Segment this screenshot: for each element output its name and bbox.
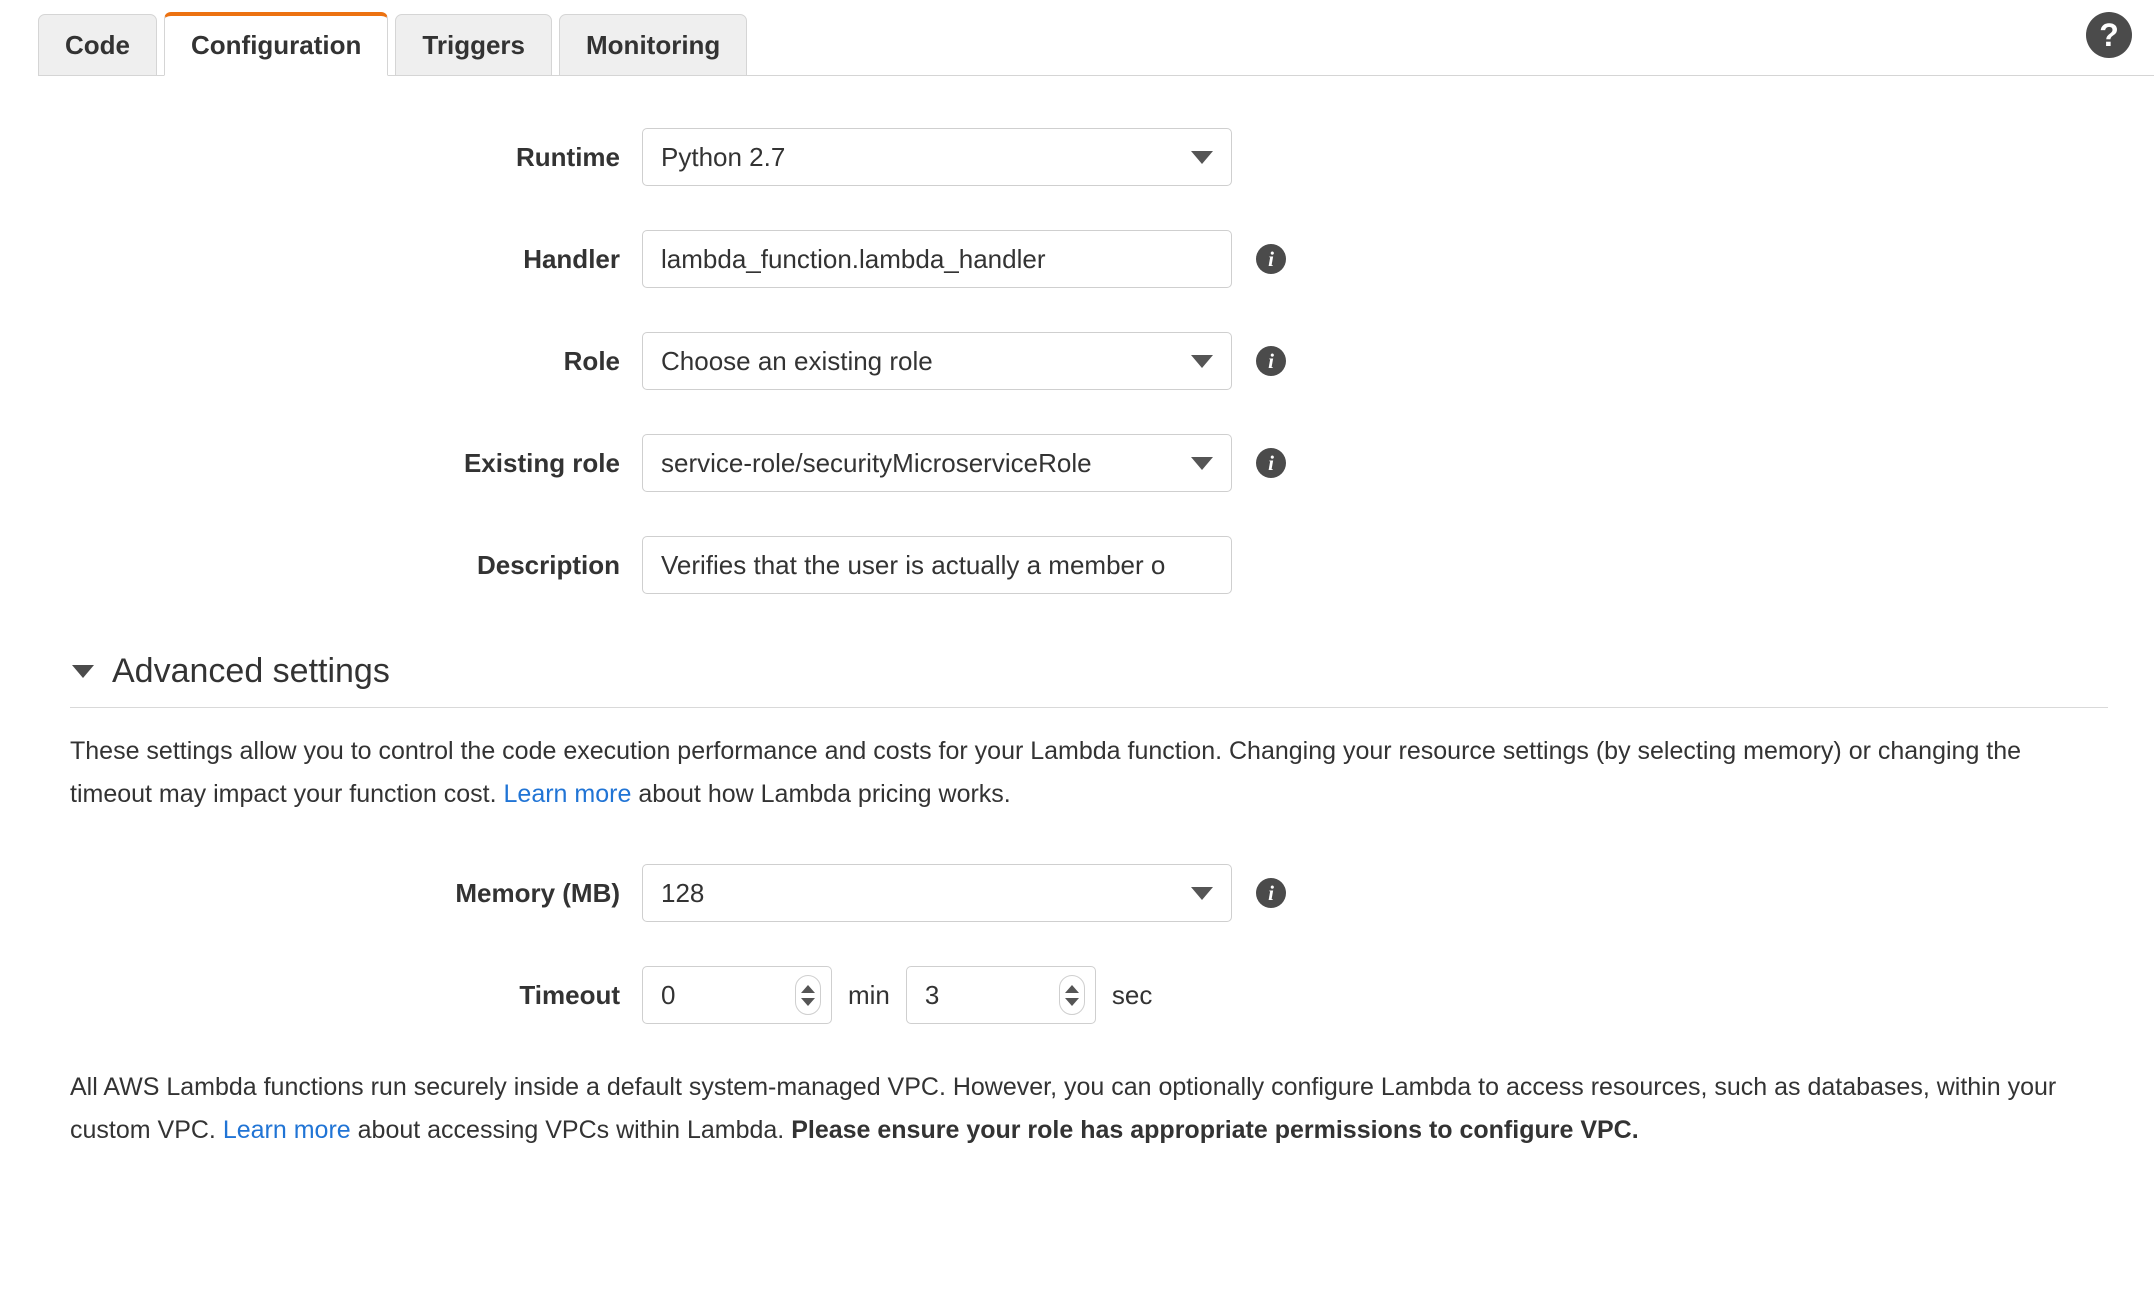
tab-bar: Code Configuration Triggers Monitoring ? <box>0 0 2154 76</box>
runtime-control: Python 2.7 <box>642 128 1232 186</box>
vpc-description: All AWS Lambda functions run securely in… <box>70 1066 2100 1152</box>
configuration-form: Runtime Python 2.7 Handler lambda_functi… <box>0 128 2154 1152</box>
memory-row: Memory (MB) 128 i <box>0 864 2154 922</box>
tab-triggers[interactable]: Triggers <box>395 14 553 76</box>
chevron-down-icon <box>1191 456 1213 470</box>
memory-select[interactable]: 128 <box>642 864 1232 922</box>
chevron-down-icon <box>1191 150 1213 164</box>
existing-role-info-icon[interactable]: i <box>1256 448 1286 478</box>
timeout-seconds-spinner[interactable] <box>1058 975 1085 1015</box>
spinner-down-icon[interactable] <box>1064 997 1079 1006</box>
tab-triggers-label: Triggers <box>422 29 526 60</box>
timeout-row: Timeout 0 min 3 sec <box>0 966 2154 1024</box>
role-value: Choose an existing role <box>661 345 933 376</box>
info-icon-glyph: i <box>1268 450 1274 475</box>
advanced-intro-text-2: about how Lambda pricing works. <box>631 780 1011 808</box>
advanced-settings-intro: These settings allow you to control the … <box>70 730 2100 816</box>
handler-input[interactable]: lambda_function.lambda_handler <box>642 230 1232 288</box>
runtime-row: Runtime Python 2.7 <box>0 128 2154 186</box>
handler-control: lambda_function.lambda_handler i <box>642 230 1286 288</box>
memory-control: 128 i <box>642 864 1286 922</box>
existing-role-label: Existing role <box>463 447 620 478</box>
tab-monitoring[interactable]: Monitoring <box>559 14 748 76</box>
existing-role-value: service-role/securityMicroserviceRole <box>661 447 1092 478</box>
role-info-icon[interactable]: i <box>1256 346 1286 376</box>
advanced-settings-toggle[interactable]: Advanced settings <box>72 652 390 691</box>
spinner-up-icon[interactable] <box>1064 984 1079 993</box>
tab-code-label: Code <box>65 29 130 60</box>
advanced-settings-divider <box>70 707 2108 708</box>
tab-code[interactable]: Code <box>38 14 157 76</box>
info-icon-glyph: i <box>1268 880 1274 905</box>
spinner-down-icon[interactable] <box>801 997 815 1006</box>
existing-role-select[interactable]: service-role/securityMicroserviceRole <box>642 434 1232 492</box>
memory-info-icon[interactable]: i <box>1256 878 1286 908</box>
advanced-settings-title: Advanced settings <box>112 652 390 690</box>
runtime-value: Python 2.7 <box>661 141 786 172</box>
advanced-intro-text-1: These settings allow you to control the … <box>70 737 2022 808</box>
existing-role-row: Existing role service-role/securityMicro… <box>0 434 2154 492</box>
role-row: Role Choose an existing role i <box>0 332 2154 390</box>
spinner-up-icon[interactable] <box>801 984 815 993</box>
runtime-label: Runtime <box>516 141 620 172</box>
chevron-down-icon <box>1191 354 1213 368</box>
timeout-control: 0 min 3 sec <box>642 966 1168 1024</box>
description-value: Verifies that the user is actually a mem… <box>661 549 1166 580</box>
role-label: Role <box>563 345 620 376</box>
vpc-text-2: about accessing VPCs within Lambda. <box>350 1116 792 1144</box>
timeout-minutes-stepper[interactable]: 0 <box>642 966 832 1024</box>
help-icon[interactable]: ? <box>2086 12 2132 58</box>
info-icon-glyph: i <box>1268 246 1274 271</box>
tab-configuration[interactable]: Configuration <box>164 12 389 76</box>
description-control: Verifies that the user is actually a mem… <box>642 536 1232 594</box>
pricing-learn-more-link[interactable]: Learn more <box>504 780 632 808</box>
description-input[interactable]: Verifies that the user is actually a mem… <box>642 536 1232 594</box>
info-icon-glyph: i <box>1268 348 1274 373</box>
existing-role-control: service-role/securityMicroserviceRole i <box>642 434 1286 492</box>
role-select[interactable]: Choose an existing role <box>642 332 1232 390</box>
handler-row: Handler lambda_function.lambda_handler i <box>0 230 2154 288</box>
handler-info-icon[interactable]: i <box>1256 244 1286 274</box>
handler-label: Handler <box>523 243 620 274</box>
timeout-minutes-value: 0 <box>661 979 676 1010</box>
timeout-minutes-unit: min <box>848 979 890 1010</box>
description-label: Description <box>476 549 620 580</box>
timeout-seconds-stepper[interactable]: 3 <box>905 966 1096 1024</box>
memory-label: Memory (MB) <box>455 877 620 908</box>
vpc-learn-more-link[interactable]: Learn more <box>223 1116 351 1144</box>
chevron-down-icon <box>1191 886 1213 900</box>
help-icon-glyph: ? <box>2099 17 2119 53</box>
tab-configuration-label: Configuration <box>191 30 362 60</box>
role-control: Choose an existing role i <box>642 332 1286 390</box>
timeout-seconds-unit: sec <box>1111 979 1153 1010</box>
runtime-select[interactable]: Python 2.7 <box>642 128 1232 186</box>
triangle-down-icon <box>72 665 94 678</box>
handler-value: lambda_function.lambda_handler <box>661 243 1046 274</box>
tab-monitoring-label: Monitoring <box>586 29 721 60</box>
description-row: Description Verifies that the user is ac… <box>0 536 2154 594</box>
timeout-label: Timeout <box>519 979 620 1010</box>
timeout-seconds-value: 3 <box>924 979 940 1010</box>
vpc-permissions-note: Please ensure your role has appropriate … <box>791 1116 1639 1144</box>
timeout-minutes-spinner[interactable] <box>795 975 821 1015</box>
memory-value: 128 <box>661 877 705 908</box>
